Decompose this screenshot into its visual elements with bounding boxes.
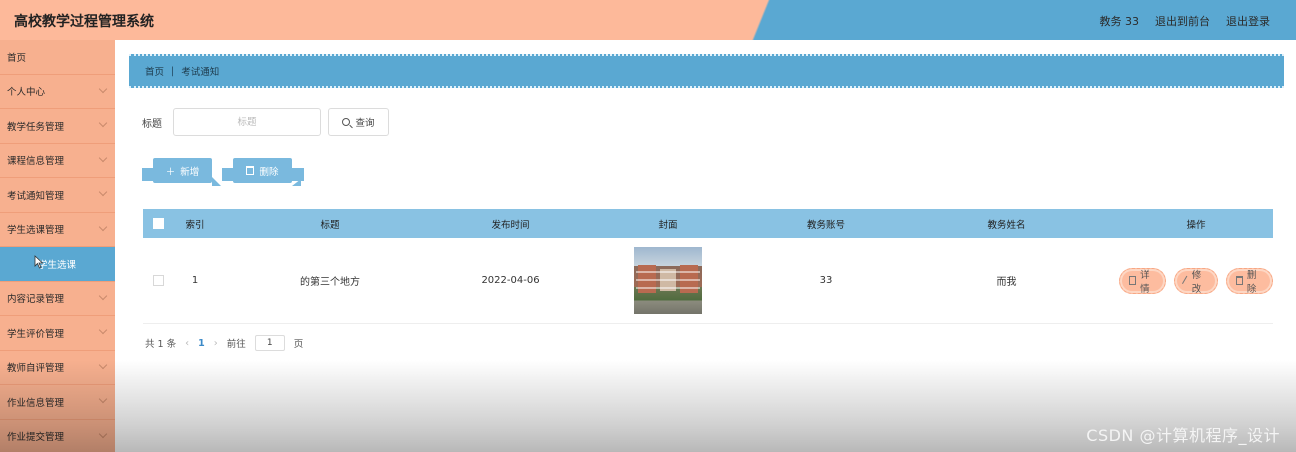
sidebar-item-label: 考试通知管理 <box>7 190 65 202</box>
cover-image <box>634 247 702 314</box>
exit-to-front-link[interactable]: 退出到前台 <box>1155 13 1210 29</box>
data-table: 索引 标题 发布时间 封面 教务账号 教务姓名 操作 1 的第三个地方 2022… <box>143 209 1274 324</box>
column-header-publish-time: 发布时间 <box>491 219 530 231</box>
sidebar-item-homework-submit[interactable]: 作业提交管理 <box>0 420 115 452</box>
sidebar-item-label: 作业信息管理 <box>7 397 65 409</box>
logout-link[interactable]: 退出登录 <box>1226 13 1270 29</box>
current-user: 教务 33 <box>1099 15 1140 28</box>
chevron-down-icon <box>98 394 108 404</box>
trash-icon <box>246 166 255 175</box>
sidebar: 首页 个人中心 教学任务管理 课程信息管理 考试通知管理 学生选课管理 学生选课… <box>0 40 115 452</box>
sidebar-item-content-records[interactable]: 内容记录管理 <box>0 282 115 316</box>
batch-delete-button[interactable]: 删除 <box>222 158 304 183</box>
search-form: 标题 查询 <box>142 108 389 136</box>
row-delete-button-label: 删除 <box>1246 269 1257 295</box>
mouse-cursor-icon <box>34 255 44 269</box>
pagination: 共 1 条 ‹ 1 › 前往 页 <box>145 335 303 351</box>
page-unit-label: 页 <box>293 339 304 350</box>
chevron-down-icon <box>98 84 108 93</box>
cell-publish-time: 2022-04-06 <box>481 275 540 286</box>
query-button[interactable]: 查询 <box>328 108 389 136</box>
app-title: 高校教学过程管理系统 <box>14 14 154 30</box>
add-button[interactable]: ＋ 新增 <box>142 158 212 183</box>
sidebar-item-label: 内容记录管理 <box>7 294 65 306</box>
row-delete-button[interactable]: 删除 <box>1225 267 1274 295</box>
delete-button-label: 删除 <box>259 166 279 178</box>
table-row: 1 的第三个地方 2022-04-06 33 而我 详情 修改 删除 <box>143 238 1274 324</box>
chevron-down-icon <box>98 118 108 128</box>
detail-button-label: 详情 <box>1140 269 1150 295</box>
edit-icon <box>1182 275 1190 286</box>
sidebar-item-label: 教学任务管理 <box>7 121 65 133</box>
sidebar-item-home[interactable]: 首页 <box>0 40 115 75</box>
column-header-title: 标题 <box>320 219 340 231</box>
sidebar-item-course-selection[interactable]: 学生选课管理 <box>0 213 115 247</box>
top-header: 高校教学过程管理系统 教务 33 退出到前台 退出登录 <box>0 0 1296 40</box>
select-all-checkbox[interactable] <box>152 218 164 229</box>
sidebar-item-label: 学生选课管理 <box>7 225 65 237</box>
breadcrumb: 首页 | 考试通知 <box>129 54 1284 88</box>
document-icon <box>1129 276 1137 285</box>
prev-page-icon[interactable]: ‹ <box>185 338 189 349</box>
sidebar-item-label: 学生评价管理 <box>7 328 65 340</box>
button-decoration <box>222 168 234 181</box>
sidebar-item-homework-info[interactable]: 作业信息管理 <box>0 385 115 420</box>
chevron-down-icon <box>98 429 108 438</box>
sidebar-item-label: 教师自评管理 <box>7 363 65 375</box>
watermark: CSDN @计算机程序_设计 <box>1086 426 1280 445</box>
cell-title: 的第三个地方 <box>300 277 360 288</box>
sidebar-item-label: 首页 <box>7 52 27 64</box>
cell-account: 33 <box>819 275 833 286</box>
breadcrumb-current: 考试通知 <box>181 67 220 78</box>
column-header-name: 教务姓名 <box>987 219 1026 231</box>
sidebar-subitem-student-selection[interactable]: 学生选课 <box>0 247 115 282</box>
query-button-label: 查询 <box>355 118 375 129</box>
sidebar-item-label: 作业提交管理 <box>7 432 65 444</box>
chevron-down-icon <box>98 325 108 335</box>
button-decoration <box>142 168 154 181</box>
cell-index: 1 <box>191 275 199 286</box>
chevron-down-icon <box>98 291 108 300</box>
add-button-label: 新增 <box>180 166 200 178</box>
title-search-input[interactable] <box>173 108 321 136</box>
page-jump-input[interactable] <box>254 335 285 351</box>
sidebar-item-teaching-tasks[interactable]: 教学任务管理 <box>0 109 115 144</box>
total-count: 共 1 条 <box>145 339 177 350</box>
main-content: 首页 | 考试通知 标题 查询 ＋ 新增 删除 索引 标题 发布时 <box>115 40 1296 452</box>
sidebar-item-exam-notice[interactable]: 考试通知管理 <box>0 178 115 213</box>
chevron-down-icon <box>98 153 108 162</box>
sidebar-item-teacher-self-eval[interactable]: 教师自评管理 <box>0 351 115 385</box>
goto-label: 前往 <box>226 339 246 350</box>
sidebar-item-personal-center[interactable]: 个人中心 <box>0 75 115 109</box>
search-icon <box>342 118 351 126</box>
chevron-down-icon <box>98 222 108 231</box>
current-page[interactable]: 1 <box>198 338 205 349</box>
column-header-actions: 操作 <box>1186 219 1206 231</box>
button-decoration <box>212 177 221 186</box>
chevron-down-icon <box>98 360 108 369</box>
search-label: 标题 <box>142 118 162 130</box>
sidebar-item-course-info[interactable]: 课程信息管理 <box>0 144 115 178</box>
next-page-icon[interactable]: › <box>214 338 218 349</box>
cell-name: 而我 <box>996 277 1017 288</box>
sidebar-item-label: 课程信息管理 <box>7 156 65 168</box>
plus-icon: ＋ <box>165 166 176 178</box>
column-header-index: 索引 <box>185 219 205 231</box>
row-checkbox[interactable] <box>152 275 164 286</box>
trash-icon <box>1235 276 1243 285</box>
breadcrumb-home[interactable]: 首页 <box>145 64 164 78</box>
column-header-account: 教务账号 <box>806 219 845 231</box>
edit-button-label: 修改 <box>1191 269 1202 295</box>
detail-button[interactable]: 详情 <box>1119 267 1167 295</box>
chevron-down-icon <box>98 187 108 197</box>
sidebar-item-student-evaluation[interactable]: 学生评价管理 <box>0 316 115 351</box>
header-user-area: 教务 33 退出到前台 退出登录 <box>1100 13 1271 29</box>
sidebar-item-label: 个人中心 <box>7 87 46 99</box>
table-header: 索引 标题 发布时间 封面 教务账号 教务姓名 操作 <box>143 209 1273 238</box>
edit-button[interactable]: 修改 <box>1174 267 1218 295</box>
breadcrumb-separator: | <box>171 65 175 77</box>
column-header-cover: 封面 <box>658 219 678 231</box>
button-decoration <box>292 179 301 186</box>
